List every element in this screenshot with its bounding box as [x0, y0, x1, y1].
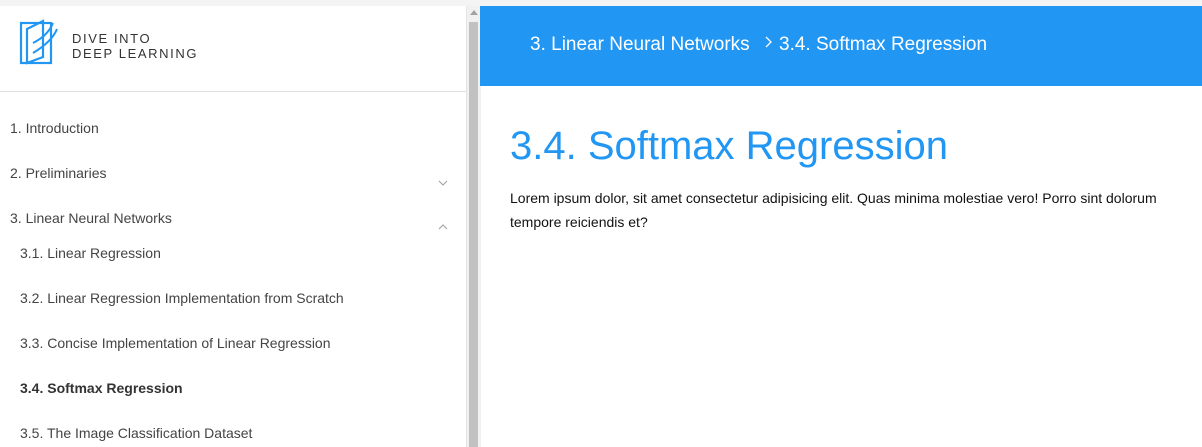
scrollbar-thumb[interactable]: [469, 22, 478, 447]
sidebar-item-label: 2. Preliminaries: [10, 165, 107, 181]
sidebar-item-preliminaries[interactable]: 2. Preliminaries: [0, 158, 466, 188]
brand-header[interactable]: DIVE INTO DEEP LEARNING: [0, 6, 466, 92]
chevron-up-icon[interactable]: [438, 213, 448, 230]
sidebar-item-label: 3. Linear Neural Networks: [10, 210, 172, 226]
sidebar-item-linear-neural-networks[interactable]: 3. Linear Neural Networks: [0, 203, 466, 233]
sidebar-item-image-classification-dataset[interactable]: 3.5. The Image Classification Dataset: [0, 418, 466, 447]
brand-name: DIVE INTO DEEP LEARNING: [72, 31, 198, 61]
sidebar-item-label: 3.3. Concise Implementation of Linear Re…: [20, 335, 331, 351]
sidebar-item-label: 3.2. Linear Regression Implementation fr…: [20, 290, 344, 306]
sidebar-item-softmax-regression[interactable]: 3.4. Softmax Regression: [0, 373, 466, 403]
page-title: 3.4. Softmax Regression: [510, 124, 948, 168]
sidebar: DIVE INTO DEEP LEARNING 1. Introduction …: [0, 6, 466, 447]
body-line-1: Lorem ipsum dolor, sit amet consectetur …: [510, 190, 1157, 206]
brand-line-1: DIVE INTO: [72, 31, 152, 46]
page: DIVE INTO DEEP LEARNING 1. Introduction …: [0, 0, 1202, 447]
book-logo-icon: [19, 19, 61, 67]
breadcrumb-current: 3.4. Softmax Regression: [779, 34, 988, 55]
sidebar-item-introduction[interactable]: 1. Introduction: [0, 113, 466, 143]
sidebar-item-label: 3.4. Softmax Regression: [20, 380, 183, 396]
main-content: 3.4. Softmax Regression Lorem ipsum dolo…: [480, 86, 1202, 447]
body-line-2: tempore reiciendis et?: [510, 214, 648, 230]
sidebar-item-concise-linear-regression[interactable]: 3.3. Concise Implementation of Linear Re…: [0, 328, 466, 358]
header-bar: 3. Linear Neural Networks 3.4. Softmax R…: [480, 6, 1202, 86]
sidebar-item-linear-regression[interactable]: 3.1. Linear Regression: [0, 238, 466, 268]
breadcrumb-parent[interactable]: 3. Linear Neural Networks: [530, 34, 750, 56]
sidebar-item-label: 1. Introduction: [10, 120, 99, 136]
sidebar-scrollbar[interactable]: [466, 6, 481, 447]
sidebar-item-label: 3.1. Linear Regression: [20, 245, 161, 261]
body-paragraph: Lorem ipsum dolor, sit amet consectetur …: [510, 186, 1202, 234]
scroll-up-arrow-icon[interactable]: [470, 10, 478, 15]
chevron-down-icon[interactable]: [438, 168, 448, 186]
sidebar-item-linear-regression-scratch[interactable]: 3.2. Linear Regression Implementation fr…: [0, 283, 466, 313]
chevron-right-icon: [764, 35, 774, 49]
sidebar-item-label: 3.5. The Image Classification Dataset: [20, 425, 253, 441]
brand-line-2: DEEP LEARNING: [72, 46, 199, 61]
